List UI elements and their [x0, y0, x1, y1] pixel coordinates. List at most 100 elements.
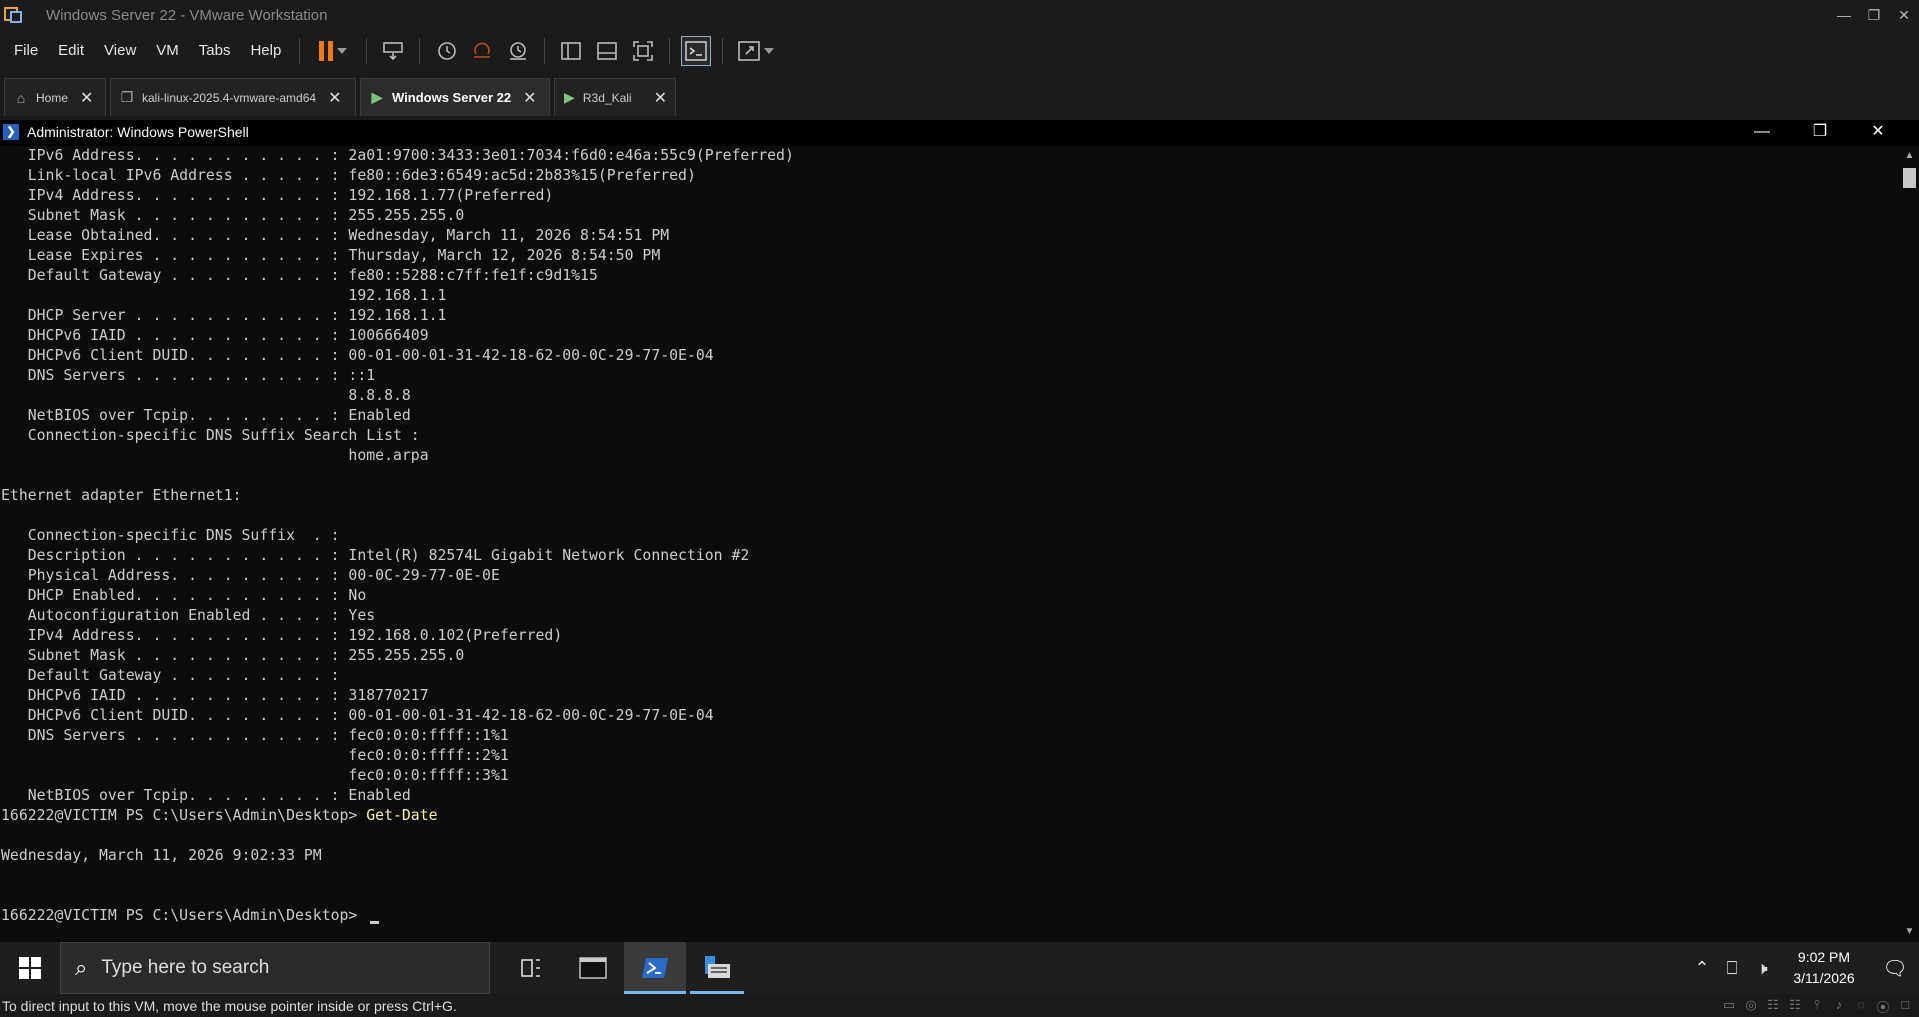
command-prompt-icon: [579, 957, 607, 979]
close-icon[interactable]: ✕: [328, 88, 341, 108]
stretch-guest-button[interactable]: [734, 36, 778, 66]
console-line: Physical Address. . . . . . . . . : 00-0…: [1, 566, 794, 586]
console-line-text: IPv4 Address. . . . . . . . . . . : 192.…: [1, 627, 563, 644]
close-button[interactable]: ✕: [1889, 0, 1919, 30]
usb-icon[interactable]: ⫯: [1809, 997, 1825, 1016]
menu-bar: File Edit View VM Tabs Help: [0, 30, 1919, 72]
console-line-text: DHCP Server . . . . . . . . . . . : 192.…: [1, 307, 447, 324]
take-snapshot-button[interactable]: [431, 36, 461, 66]
pause-icon: [319, 41, 334, 61]
task-view-button[interactable]: [500, 942, 562, 994]
show-thumbnail-bar-button[interactable]: [592, 36, 622, 66]
revert-snapshot-button[interactable]: [467, 36, 497, 66]
snapshot-manager-button[interactable]: [503, 36, 533, 66]
console-line: Description . . . . . . . . . . . : Inte…: [1, 546, 794, 566]
close-icon[interactable]: ✕: [523, 88, 536, 108]
thumbnail-bar-icon: [597, 42, 618, 60]
vm-tab-bar: ⌂ Home ✕ ❐ kali-linux-2025.4-vmware-amd6…: [0, 72, 1919, 120]
console-scrollbar[interactable]: ▲ ▼: [1900, 146, 1919, 942]
scroll-down-icon[interactable]: ▼: [1900, 922, 1919, 942]
cd-dvd-icon[interactable]: ◎: [1743, 997, 1759, 1016]
menu-view[interactable]: View: [94, 30, 146, 72]
console-line: DHCPv6 IAID . . . . . . . . . . . : 3187…: [1, 686, 794, 706]
console-line: DNS Servers . . . . . . . . . . . : ::1: [1, 366, 794, 386]
stretch-icon: [738, 41, 761, 61]
console-line: Autoconfiguration Enabled . . . . : Yes: [1, 606, 794, 626]
console-line-text: DHCPv6 Client DUID. . . . . . . . : 00-0…: [1, 347, 714, 364]
start-button[interactable]: [0, 942, 60, 994]
console-line: NetBIOS over Tcpip. . . . . . . . : Enab…: [1, 406, 794, 426]
taskbar-clock[interactable]: 9:02 PM 3/11/2026: [1783, 947, 1865, 989]
system-tray: ⌃ ⎕ 🕨 9:02 PM 3/11/2026 🗨: [1687, 942, 1919, 994]
console-line-text: home.arpa: [1, 447, 429, 464]
window-title: Windows Server 22 - VMware Workstation: [46, 6, 328, 24]
network-adapter-2-icon[interactable]: ☷: [1787, 997, 1803, 1016]
taskbar-app-cmd[interactable]: [562, 942, 624, 994]
snapshot-manager-icon: [510, 42, 527, 60]
snapshot-clock-icon: [438, 42, 457, 60]
console-line-text: NetBIOS over Tcpip. . . . . . . . : Enab…: [1, 407, 411, 424]
clock-date: 3/11/2026: [1793, 970, 1855, 986]
console-line-text: Physical Address. . . . . . . . . : 00-0…: [1, 567, 500, 584]
display-icon[interactable]: □: [1897, 997, 1913, 1016]
scroll-thumb[interactable]: [1903, 168, 1916, 188]
send-ctrl-alt-del-button[interactable]: [378, 36, 408, 66]
menu-help[interactable]: Help: [240, 30, 291, 72]
console-line: fec0:0:0:ffff::2%1: [1, 746, 794, 766]
show-library-button[interactable]: [556, 36, 586, 66]
console-view-button[interactable]: [681, 36, 712, 66]
ps-close-button[interactable]: ✕: [1849, 120, 1907, 144]
toolbar-divider: [419, 38, 421, 64]
menu-edit[interactable]: Edit: [48, 30, 94, 72]
suspend-button[interactable]: [311, 36, 355, 66]
volume-muted-icon[interactable]: 🕨: [1747, 958, 1777, 979]
taskbar-search[interactable]: ⌕: [60, 942, 490, 994]
menu-tabs[interactable]: Tabs: [189, 30, 241, 72]
sound-card-icon[interactable]: ♪: [1831, 997, 1847, 1016]
printer-icon[interactable]: ◌: [1853, 997, 1869, 1016]
close-icon[interactable]: ✕: [654, 88, 667, 108]
wireless-icon[interactable]: ⦿: [1875, 997, 1891, 1016]
notification-icon[interactable]: 🗨: [1871, 956, 1919, 981]
network-adapter-icon[interactable]: ☷: [1765, 997, 1781, 1016]
console-line: 192.168.1.1: [1, 286, 794, 306]
hard-disk-icon[interactable]: ▭: [1721, 997, 1737, 1016]
ps-restore-button[interactable]: ❐: [1791, 120, 1849, 144]
powershell-title: Administrator: Windows PowerShell: [27, 124, 249, 140]
console-line-text: IPv6 Address. . . . . . . . . . . : 2a01…: [1, 147, 794, 164]
console-line: Wednesday, March 11, 2026 9:02:33 PM: [1, 846, 794, 866]
status-message: To direct input to this VM, move the mou…: [2, 997, 457, 1014]
menu-vm[interactable]: VM: [146, 30, 189, 72]
console-line: Connection-specific DNS Suffix . :: [1, 526, 794, 546]
console-line: Connection-specific DNS Suffix Search Li…: [1, 426, 794, 446]
menu-file[interactable]: File: [0, 30, 48, 72]
console-line: 166222@VICTIM PS C:\Users\Admin\Desktop>: [1, 906, 794, 926]
minimize-button[interactable]: —: [1829, 0, 1859, 30]
scroll-up-icon[interactable]: ▲: [1900, 146, 1919, 166]
chevron-up-icon[interactable]: ⌃: [1687, 958, 1717, 979]
console-line-text: Default Gateway . . . . . . . . . : fe80…: [1, 267, 598, 284]
toolbar-divider: [722, 38, 724, 64]
tab-windows-server-22[interactable]: ▶ Windows Server 22 ✕: [360, 78, 550, 116]
taskbar-app-powershell[interactable]: [624, 942, 686, 994]
restore-button[interactable]: ❐: [1859, 0, 1889, 30]
taskbar-app-server-manager[interactable]: [686, 942, 748, 994]
tab-home[interactable]: ⌂ Home ✕: [4, 78, 106, 116]
console-line: fec0:0:0:ffff::3%1: [1, 766, 794, 786]
search-input[interactable]: [101, 957, 442, 979]
tab-r3d-kali[interactable]: ▶ R3d_Kali ✕: [554, 78, 676, 116]
toolbar-divider: [299, 38, 301, 64]
close-icon[interactable]: ✕: [80, 88, 93, 108]
console-line: Default Gateway . . . . . . . . . : fe80…: [1, 266, 794, 286]
console-line-text: Subnet Mask . . . . . . . . . . . : 255.…: [1, 207, 465, 224]
powershell-console[interactable]: IPv6 Address. . . . . . . . . . . : 2a01…: [0, 146, 1900, 942]
ps-minimize-button[interactable]: —: [1733, 120, 1791, 144]
console-line-text: 8.8.8.8: [1, 387, 411, 404]
toolbar-divider: [366, 38, 368, 64]
tab-kali-linux[interactable]: ❐ kali-linux-2025.4-vmware-amd64 ✕: [110, 78, 356, 116]
vmware-logo-icon: [4, 5, 26, 25]
full-screen-button[interactable]: [628, 36, 658, 66]
device-status-icons: ▭ ◎ ☷ ☷ ⫯ ♪ ◌ ⦿ □: [1721, 997, 1913, 1016]
network-icon[interactable]: ⎕: [1717, 958, 1747, 979]
